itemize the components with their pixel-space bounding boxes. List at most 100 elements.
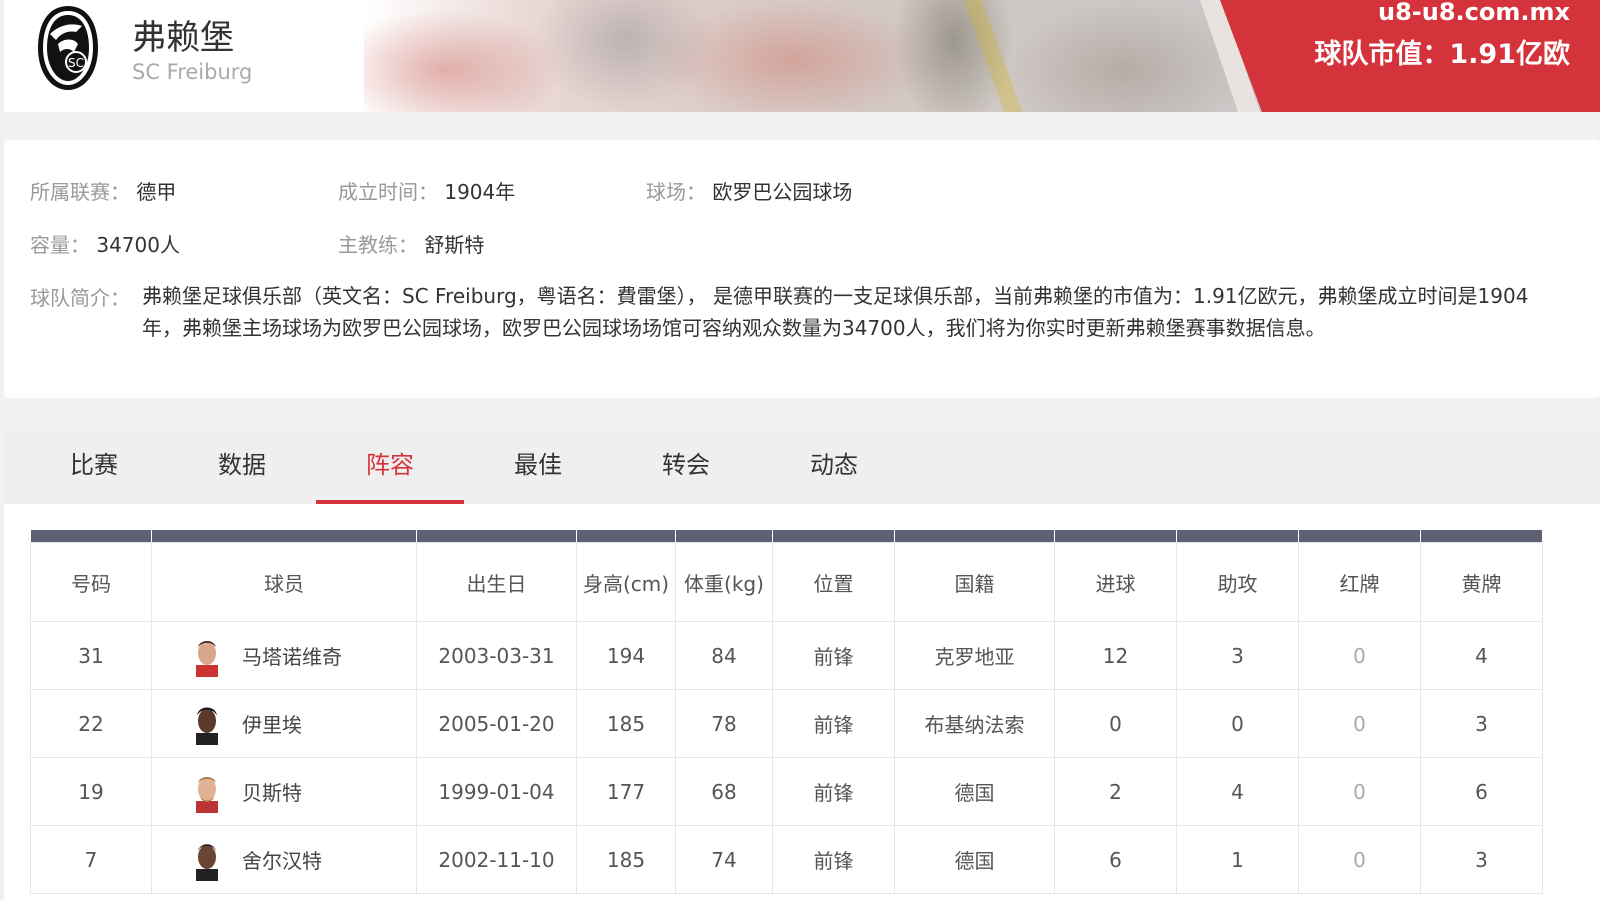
player-goals: 12 [1054, 621, 1177, 690]
table-row[interactable]: 7 舍尔汉特 2002-11-10 185 74 前锋 德国 6 1 0 3 [30, 825, 1543, 894]
player-weight: 78 [675, 689, 773, 758]
player-cell[interactable]: 贝斯特 [151, 757, 417, 826]
player-name[interactable]: 舍尔汉特 [242, 845, 322, 874]
league-label: 所属联赛： [30, 180, 130, 204]
table-row[interactable]: 22 伊里埃 2005-01-20 185 78 前锋 布基纳法索 0 0 0 … [30, 689, 1543, 758]
player-red-cards: 0 [1298, 621, 1421, 690]
tab-best[interactable]: 最佳 [464, 426, 612, 504]
squad-panel: 号码 球员 出生日 身高(cm) 体重(kg) 位置 国籍 进球 助攻 红牌 黄… [4, 504, 1600, 900]
column-header-yellow-cards: 黄牌 [1420, 542, 1543, 622]
capacity-label: 容量： [30, 233, 90, 257]
player-red-cards: 0 [1298, 757, 1421, 826]
table-row[interactable]: 19 贝斯特 1999-01-04 177 68 前锋 德国 2 4 0 6 [30, 757, 1543, 826]
player-nation: 德国 [894, 825, 1055, 894]
team-name-english: SC Freiburg [132, 60, 253, 84]
player-cell[interactable]: 伊里埃 [151, 689, 417, 758]
player-name[interactable]: 伊里埃 [242, 709, 302, 738]
player-yellow-cards: 3 [1420, 825, 1543, 894]
player-avatar [196, 843, 218, 881]
player-goals: 6 [1054, 825, 1177, 894]
coach-field: 主教练： 舒斯特 [338, 229, 484, 258]
site-watermark: u8-u8.com.mx [1378, 0, 1570, 26]
player-yellow-cards: 4 [1420, 621, 1543, 690]
column-header-red-cards: 红牌 [1298, 542, 1421, 622]
player-height: 177 [576, 757, 676, 826]
founded-field: 成立时间： 1904年 [338, 176, 515, 205]
column-header-player: 球员 [151, 542, 417, 622]
player-weight: 84 [675, 621, 773, 690]
column-header-height: 身高(cm) [576, 542, 676, 622]
column-header-goals: 进球 [1054, 542, 1177, 622]
tab-stats[interactable]: 数据 [168, 426, 316, 504]
player-red-cards: 0 [1298, 825, 1421, 894]
column-header-birth: 出生日 [416, 542, 577, 622]
team-description: 弗赖堡足球俱乐部（英文名：SC Freiburg，粤语名：費雷堡）， 是德甲联赛… [142, 284, 1529, 340]
table-row[interactable]: 31 马塔诺维奇 2003-03-31 194 84 前锋 克罗地亚 12 3 … [30, 621, 1543, 690]
team-name: 弗赖堡 [132, 18, 234, 58]
tab-transfers[interactable]: 转会 [612, 426, 760, 504]
player-nation: 德国 [894, 757, 1055, 826]
founded-label: 成立时间： [338, 180, 438, 204]
tab-news[interactable]: 动态 [760, 426, 908, 504]
capacity-field: 容量： 34700人 [30, 229, 180, 258]
player-avatar [196, 707, 218, 745]
league-field: 所属联赛： 德甲 [30, 176, 176, 205]
capacity-value: 34700人 [96, 233, 180, 257]
player-red-cards: 0 [1298, 689, 1421, 758]
player-nation: 布基纳法索 [894, 689, 1055, 758]
team-logo-icon: SC [38, 6, 98, 90]
stadium-label: 球场： [646, 180, 706, 204]
column-header-assists: 助攻 [1176, 542, 1299, 622]
player-assists: 1 [1176, 825, 1299, 894]
player-yellow-cards: 3 [1420, 689, 1543, 758]
table-header-row: 号码 球员 出生日 身高(cm) 体重(kg) 位置 国籍 进球 助攻 红牌 黄… [30, 542, 1543, 622]
header-background-photo [364, 0, 1264, 112]
player-number: 31 [30, 621, 152, 690]
player-cell[interactable]: 马塔诺维奇 [151, 621, 417, 690]
player-avatar [196, 640, 218, 677]
description-label: 球队简介： [30, 286, 130, 310]
player-yellow-cards: 6 [1420, 757, 1543, 826]
player-birth: 1999-01-04 [416, 757, 577, 826]
player-birth: 2002-11-10 [416, 825, 577, 894]
column-header-nation: 国籍 [894, 542, 1055, 622]
player-number: 19 [30, 757, 152, 826]
founded-value: 1904年 [444, 180, 516, 204]
player-assists: 4 [1176, 757, 1299, 826]
tab-matches[interactable]: 比赛 [20, 426, 168, 504]
table-header-bar [30, 530, 1543, 543]
player-name[interactable]: 贝斯特 [242, 777, 302, 806]
player-position: 前锋 [772, 621, 895, 690]
player-name[interactable]: 马塔诺维奇 [242, 641, 342, 670]
player-height: 185 [576, 825, 676, 894]
player-birth: 2005-01-20 [416, 689, 577, 758]
league-value[interactable]: 德甲 [136, 180, 176, 204]
player-assists: 3 [1176, 621, 1299, 690]
column-header-weight: 体重(kg) [675, 542, 773, 622]
team-market-value: 球队市值：1.91亿欧 [1314, 39, 1570, 70]
player-birth: 2003-03-31 [416, 621, 577, 690]
team-info-card: 所属联赛： 德甲 成立时间： 1904年 球场： 欧罗巴公园球场 容量： 347… [4, 140, 1600, 398]
player-cell[interactable]: 舍尔汉特 [151, 825, 417, 894]
player-avatar [196, 776, 218, 813]
player-position: 前锋 [772, 757, 895, 826]
tab-squad[interactable]: 阵容 [316, 426, 464, 504]
player-position: 前锋 [772, 689, 895, 758]
stadium-field: 球场： 欧罗巴公园球场 [646, 176, 852, 205]
player-number: 7 [30, 825, 152, 894]
player-goals: 2 [1054, 757, 1177, 826]
player-position: 前锋 [772, 825, 895, 894]
coach-label: 主教练： [338, 233, 418, 257]
player-weight: 68 [675, 757, 773, 826]
player-assists: 0 [1176, 689, 1299, 758]
player-weight: 74 [675, 825, 773, 894]
player-height: 185 [576, 689, 676, 758]
squad-table: 号码 球员 出生日 身高(cm) 体重(kg) 位置 国籍 进球 助攻 红牌 黄… [30, 530, 1543, 894]
team-tabs: 比赛 数据 阵容 最佳 转会 动态 [4, 426, 1600, 504]
team-header: SC 弗赖堡 SC Freiburg u8-u8.com.mx 球队市值：1.9… [4, 0, 1600, 112]
player-nation: 克罗地亚 [894, 621, 1055, 690]
column-header-position: 位置 [772, 542, 895, 622]
column-header-number: 号码 [30, 542, 152, 622]
coach-value[interactable]: 舒斯特 [424, 233, 484, 257]
player-height: 194 [576, 621, 676, 690]
